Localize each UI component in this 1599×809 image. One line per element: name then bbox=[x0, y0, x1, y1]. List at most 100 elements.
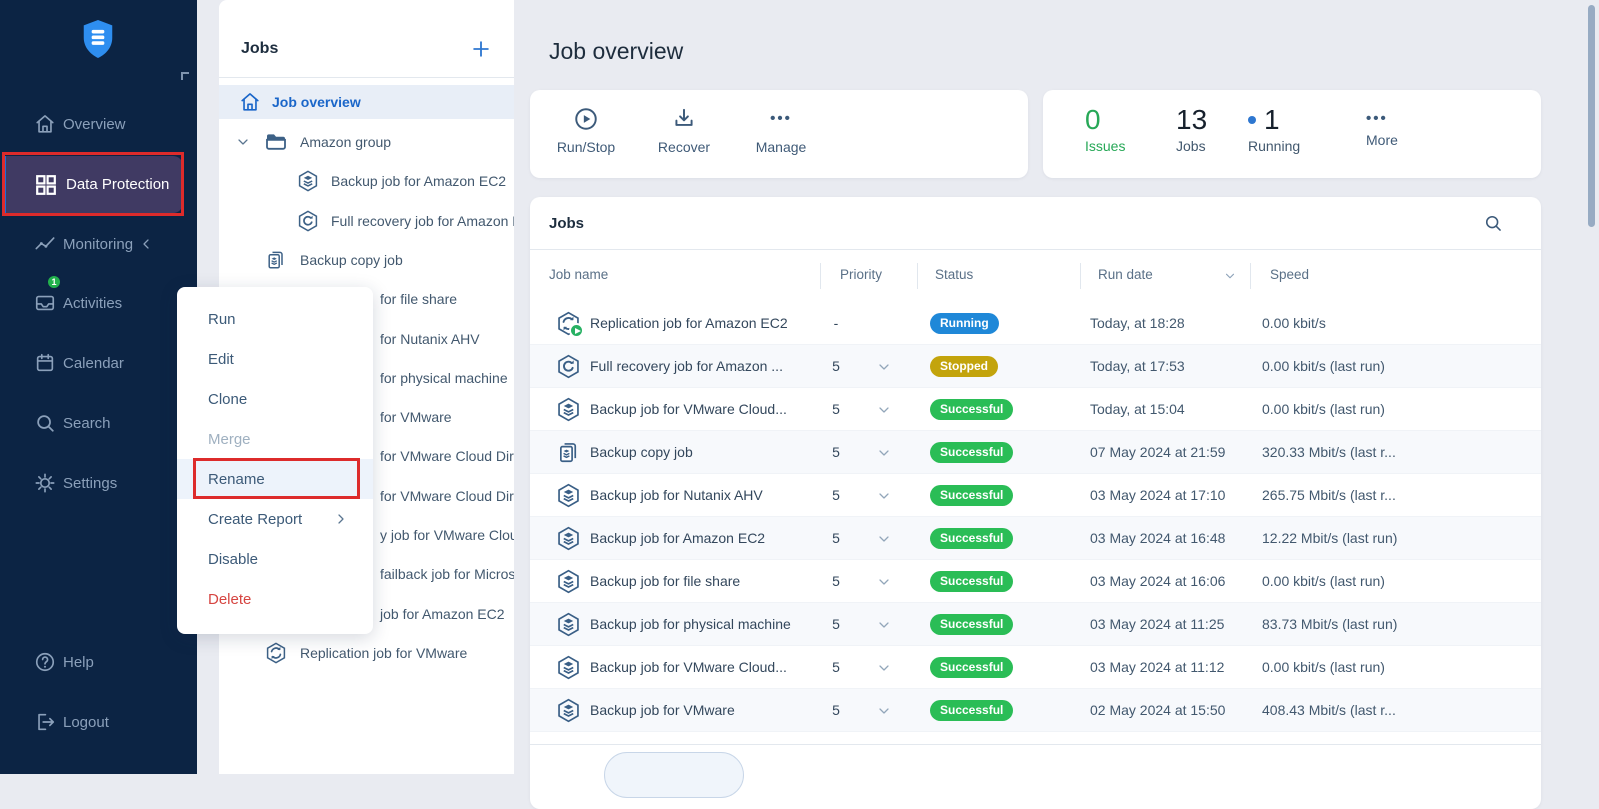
search-icon[interactable] bbox=[1483, 213, 1503, 233]
priority-dropdown-chevron-icon[interactable] bbox=[876, 660, 892, 676]
speed: 12.22 Mbit/s (last run) bbox=[1262, 530, 1397, 546]
stat-running[interactable]: 1 Running bbox=[1248, 104, 1300, 154]
column-header-job-name[interactable]: Job name bbox=[549, 267, 608, 282]
manage-button[interactable]: ••• Manage bbox=[733, 106, 829, 155]
stats-card: 0 Issues 13 Jobs 1 Running ••• More bbox=[1043, 90, 1541, 178]
sidebar-item-calendar[interactable]: Calendar bbox=[0, 343, 197, 383]
stat-label: Issues bbox=[1085, 138, 1125, 154]
vertical-scrollbar-thumb[interactable] bbox=[1588, 5, 1595, 227]
sidebar-item-data-protection[interactable]: Data Protection bbox=[3, 156, 183, 213]
priority-dropdown-chevron-icon[interactable] bbox=[876, 531, 892, 547]
action-label: Recover bbox=[658, 139, 710, 155]
job-name[interactable]: Backup job for physical machine bbox=[590, 616, 791, 632]
tree-item-backup-copy-job[interactable]: Backup copy job bbox=[219, 243, 514, 276]
menu-item-clone[interactable]: Clone bbox=[177, 379, 373, 419]
job-name[interactable]: Backup job for VMware Cloud... bbox=[590, 659, 787, 675]
menu-item-disable[interactable]: Disable bbox=[177, 539, 373, 579]
tree-item-full-recovery-job[interactable]: Full recovery job for Amazon E bbox=[219, 204, 514, 237]
stat-issues[interactable]: 0 Issues bbox=[1085, 104, 1125, 154]
menu-item-create-report[interactable]: Create Report bbox=[177, 499, 373, 539]
job-name[interactable]: Backup job for Amazon EC2 bbox=[590, 530, 765, 546]
sidebar-item-activities[interactable]: 1 Activities bbox=[0, 283, 197, 323]
chevron-down-icon[interactable] bbox=[235, 134, 251, 150]
priority-dropdown-chevron-icon[interactable] bbox=[876, 488, 892, 504]
job-name[interactable]: Replication job for Amazon EC2 bbox=[590, 315, 788, 331]
replication-job-icon bbox=[264, 641, 288, 665]
sidebar-item-logout[interactable]: Logout bbox=[0, 702, 197, 742]
job-name[interactable]: Backup copy job bbox=[590, 444, 693, 460]
logout-icon bbox=[34, 711, 56, 733]
priority-value: 5 bbox=[826, 573, 846, 589]
download-icon bbox=[671, 106, 697, 132]
sidebar-item-overview[interactable]: Overview bbox=[0, 104, 197, 144]
sidebar-item-search[interactable]: Search bbox=[0, 403, 197, 443]
sort-chevron-down-icon[interactable] bbox=[1223, 269, 1237, 283]
job-name[interactable]: Backup job for VMware Cloud... bbox=[590, 401, 787, 417]
table-row[interactable]: Backup job for VMware 5 Successful 02 Ma… bbox=[530, 689, 1541, 732]
sidebar-item-monitoring[interactable]: Monitoring bbox=[0, 224, 197, 264]
page-title: Job overview bbox=[549, 38, 683, 65]
sidebar-item-settings[interactable]: Settings bbox=[0, 463, 197, 503]
tree-item-amazon-group[interactable]: Amazon group bbox=[219, 125, 514, 158]
job-name[interactable]: Full recovery job for Amazon ... bbox=[590, 358, 783, 374]
recover-button[interactable]: Recover bbox=[636, 106, 732, 155]
priority-dropdown-chevron-icon[interactable] bbox=[876, 359, 892, 375]
stat-value: 0 bbox=[1085, 104, 1125, 136]
backup-job-icon bbox=[555, 525, 582, 552]
table-title: Jobs bbox=[549, 215, 584, 232]
priority-dropdown-chevron-icon[interactable] bbox=[876, 402, 892, 418]
menu-item-edit[interactable]: Edit bbox=[177, 339, 373, 379]
menu-item-run[interactable]: Run bbox=[177, 299, 373, 339]
table-row[interactable]: Backup job for VMware Cloud... 5 Success… bbox=[530, 388, 1541, 431]
priority-dropdown-chevron-icon[interactable] bbox=[876, 445, 892, 461]
speed: 408.43 Mbit/s (last r... bbox=[1262, 702, 1396, 718]
tree-item-backup-job-amazon-ec2[interactable]: Backup job for Amazon EC2 bbox=[219, 164, 514, 197]
backup-job-icon bbox=[555, 396, 582, 423]
table-row[interactable]: Backup job for Amazon EC2 5 Successful 0… bbox=[530, 517, 1541, 560]
table-row[interactable]: Replication job for Amazon EC2 - Running… bbox=[530, 302, 1541, 345]
column-header-status[interactable]: Status bbox=[935, 267, 973, 282]
tree-panel-title: Jobs bbox=[241, 40, 278, 58]
priority-dropdown-chevron-icon[interactable] bbox=[876, 574, 892, 590]
job-name[interactable]: Backup job for VMware bbox=[590, 702, 735, 718]
priority-dropdown-chevron-icon[interactable] bbox=[876, 703, 892, 719]
status-badge: Successful bbox=[930, 442, 1013, 463]
job-name[interactable]: Backup job for Nutanix AHV bbox=[590, 487, 763, 503]
table-row[interactable]: Backup job for file share 5 Successful 0… bbox=[530, 560, 1541, 603]
speed: 0.00 kbit/s bbox=[1262, 315, 1326, 331]
column-header-speed[interactable]: Speed bbox=[1270, 267, 1309, 282]
menu-item-rename[interactable]: Rename bbox=[177, 459, 373, 499]
sidebar-item-help[interactable]: Help bbox=[0, 642, 197, 682]
tree-item-job-overview[interactable]: Job overview bbox=[219, 85, 514, 119]
chevron-right-icon bbox=[333, 511, 349, 527]
column-header-priority[interactable]: Priority bbox=[840, 267, 882, 282]
tree-item-replication-job-vmware[interactable]: Replication job for VMware bbox=[219, 636, 514, 669]
table-row[interactable]: Backup job for physical machine 5 Succes… bbox=[530, 603, 1541, 646]
sidebar-item-label: Help bbox=[63, 654, 94, 671]
speed: 320.33 Mbit/s (last r... bbox=[1262, 444, 1396, 460]
run-stop-button[interactable]: Run/Stop bbox=[538, 106, 634, 155]
stat-value: 1 bbox=[1264, 104, 1280, 136]
menu-item-delete[interactable]: Delete bbox=[177, 579, 373, 619]
chevron-left-icon[interactable] bbox=[138, 236, 154, 252]
job-name[interactable]: Backup job for file share bbox=[590, 573, 740, 589]
priority-dropdown-chevron-icon[interactable] bbox=[876, 617, 892, 633]
column-header-run-date[interactable]: Run date bbox=[1098, 267, 1153, 282]
priority-value: 5 bbox=[826, 358, 846, 374]
activities-count-badge: 1 bbox=[46, 274, 62, 290]
menu-item-label: Disable bbox=[208, 551, 258, 568]
table-row[interactable]: Full recovery job for Amazon ... 5 Stopp… bbox=[530, 345, 1541, 388]
add-job-plus-icon[interactable] bbox=[470, 38, 492, 60]
sidebar-collapse-corner-icon[interactable] bbox=[181, 72, 189, 80]
tree-item-label: Full recovery job for Amazon E bbox=[331, 213, 514, 229]
tree-item-label: Backup copy job bbox=[300, 252, 403, 268]
run-date: Today, at 15:04 bbox=[1090, 401, 1185, 417]
sidebar-item-label: Calendar bbox=[63, 355, 124, 372]
priority-value: 5 bbox=[826, 487, 846, 503]
partial-footer-button[interactable] bbox=[604, 752, 744, 798]
stat-jobs[interactable]: 13 Jobs bbox=[1176, 104, 1207, 154]
table-row[interactable]: Backup copy job 5 Successful 07 May 2024… bbox=[530, 431, 1541, 474]
table-row[interactable]: Backup job for Nutanix AHV 5 Successful … bbox=[530, 474, 1541, 517]
table-row[interactable]: Backup job for VMware Cloud... 5 Success… bbox=[530, 646, 1541, 689]
more-stats-button[interactable]: ••• More bbox=[1366, 112, 1398, 148]
